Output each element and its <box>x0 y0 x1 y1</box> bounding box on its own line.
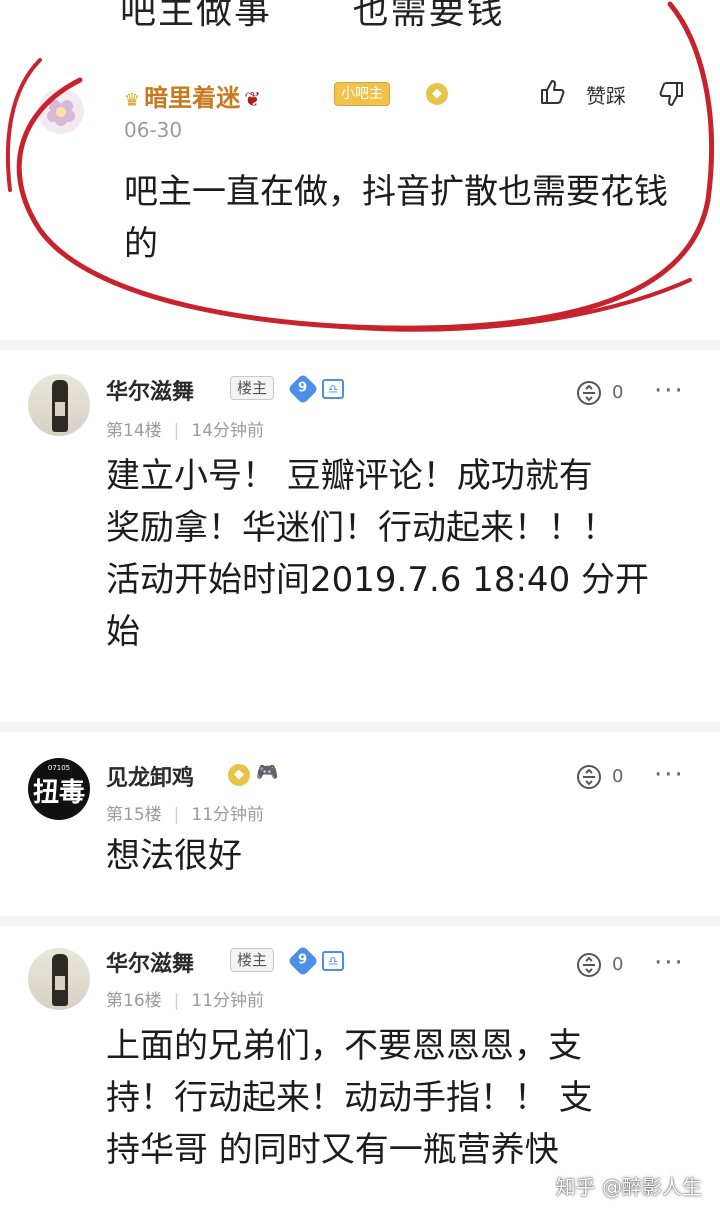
level-gem-icon: ◆ <box>426 83 448 105</box>
reply-content: 建立小号！ 豆瓣评论！成功就有 奖励拿！华迷们！行动起来！！！ 活动开始时间20… <box>106 450 696 658</box>
content-line: 持华哥 的同时又有一瓶营养快 <box>106 1130 559 1170</box>
assistant-moderator-badge: 小吧主 <box>334 82 390 106</box>
reply-time: 11分钟前 <box>191 991 265 1011</box>
user-avatar[interactable] <box>28 948 90 1010</box>
level-badge-icon: 9 <box>287 373 319 405</box>
comment-icon[interactable] <box>574 950 604 980</box>
thread-owner-badge: 楼主 <box>230 948 275 972</box>
truncated-previous-text: 吧主做事 也需要钱 <box>120 0 505 32</box>
username-link[interactable]: 华尔滋舞 <box>106 946 194 978</box>
like-dislike-label: 赞踩 <box>586 84 626 108</box>
reply-meta: 第15楼 | 11分钟前 <box>106 805 265 825</box>
divider <box>0 340 720 350</box>
reply-date: 06-30 <box>124 118 183 142</box>
rose-icon: ❦ <box>244 87 261 111</box>
floor-number: 第14楼 <box>106 421 162 441</box>
user-avatar[interactable] <box>38 88 84 134</box>
zhihu-watermark: 知乎 @醉影人生 <box>555 1175 702 1199</box>
username-link[interactable]: ♛ 暗里着迷 ❦ <box>124 78 261 113</box>
content-line: 始 <box>106 612 140 652</box>
reply-item: 华尔滋舞 楼主 9 ♎ 第14楼 | 14分钟前 0 ··· 建立小号！ 豆瓣评论！… <box>0 350 720 720</box>
username-link[interactable]: 华尔滋舞 <box>106 374 194 406</box>
floor-number: 第16楼 <box>106 991 162 1011</box>
floor-number: 第15楼 <box>106 805 162 825</box>
user-avatar[interactable]: 07105 扭毒 <box>28 758 90 820</box>
reply-count: 0 <box>612 954 624 975</box>
member-badge-icon: ♎ <box>322 379 344 399</box>
content-line: 持！行动起来！动动手指！！ 支 <box>106 1078 593 1118</box>
bottle-image-icon <box>52 380 68 432</box>
more-options-icon[interactable]: ··· <box>654 376 685 406</box>
content-line: 奖励拿！华迷们！行动起来！！！ <box>106 508 616 548</box>
bottle-image-icon <box>52 954 68 1006</box>
gamepad-icon: 🎮 <box>256 762 279 783</box>
content-line: 活动开始时间2019.7.6 18:40 分开 <box>106 560 650 600</box>
thumbs-down-icon[interactable] <box>658 80 686 108</box>
avatar-text: 扭毒 <box>32 778 85 808</box>
vip-gem-icon: ◆ <box>228 764 250 786</box>
flower-avatar-icon <box>39 89 83 133</box>
username-link[interactable]: 见龙卸鸡 <box>106 760 194 792</box>
divider <box>0 722 720 732</box>
crown-icon: ♛ <box>124 90 141 111</box>
more-options-icon[interactable]: ··· <box>654 948 685 978</box>
member-badge-icon: ♎ <box>322 951 344 971</box>
comment-icon[interactable] <box>574 378 604 408</box>
content-line: 上面的兄弟们，不要恩恩恩，支 <box>106 1026 582 1066</box>
reply-meta: 第14楼 | 14分钟前 <box>106 421 265 441</box>
reply-content: 上面的兄弟们，不要恩恩恩，支 持！行动起来！动动手指！！ 支 持华哥 的同时又有… <box>106 1020 696 1176</box>
comment-icon[interactable] <box>574 762 604 792</box>
reply-count: 0 <box>612 766 624 787</box>
reply-time: 11分钟前 <box>191 805 265 825</box>
more-options-icon[interactable]: ··· <box>654 760 685 790</box>
reply-content: 想法很好 <box>106 836 242 876</box>
reply-item: 07105 扭毒 见龙卸鸡 ◆ 🎮 第15楼 | 11分钟前 0 ··· 想法很好 <box>0 732 720 916</box>
reply-time: 14分钟前 <box>191 421 265 441</box>
content-line: 建立小号！ 豆瓣评论！成功就有 <box>106 456 593 496</box>
reply-content: 吧主一直在做，抖音扩散也需要花钱的 <box>124 172 668 264</box>
thumbs-up-icon[interactable] <box>538 78 566 106</box>
reply-meta: 第16楼 | 11分钟前 <box>106 991 265 1011</box>
thread-owner-badge: 楼主 <box>230 376 275 400</box>
divider <box>0 916 720 926</box>
reply-item: ♛ 暗里着迷 ❦ 小吧主 ◆ 06-30 赞踩 吧主一直在做，抖音扩散也需要花钱的 <box>0 62 720 332</box>
user-avatar[interactable] <box>28 374 90 436</box>
reply-count: 0 <box>612 382 624 403</box>
level-badge-icon: 9 <box>287 945 319 977</box>
